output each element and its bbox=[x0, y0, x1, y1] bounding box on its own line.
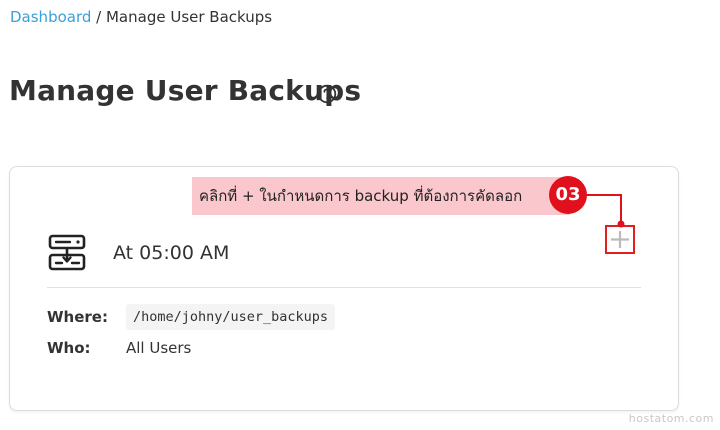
page-title: Manage User Backups bbox=[9, 74, 362, 107]
watermark: hostatom.com bbox=[628, 412, 714, 425]
who-label: Who: bbox=[47, 339, 91, 357]
step-number-badge: 03 bbox=[549, 176, 587, 214]
card-divider bbox=[47, 287, 641, 288]
page: Dashboard / Manage User Backups Manage U… bbox=[0, 0, 720, 430]
schedule-time: At 05:00 AM bbox=[113, 242, 230, 264]
breadcrumb-current: Manage User Backups bbox=[105, 8, 273, 26]
breadcrumb-separator: / bbox=[91, 8, 106, 26]
server-backup-icon bbox=[48, 234, 86, 271]
where-label: Where: bbox=[47, 308, 108, 326]
breadcrumb: Dashboard / Manage User Backups bbox=[10, 7, 272, 27]
instruction-callout: คลิกที่ + ในกำหนดการ backup ที่ต้องการคั… bbox=[192, 177, 570, 215]
plus-icon bbox=[611, 231, 629, 248]
add-backup-button[interactable] bbox=[605, 225, 635, 254]
backup-path-value: /home/johny/user_backups bbox=[126, 304, 336, 330]
who-value: All Users bbox=[126, 339, 192, 357]
help-circle-icon[interactable] bbox=[317, 84, 337, 104]
breadcrumb-dashboard-link[interactable]: Dashboard bbox=[10, 8, 91, 26]
